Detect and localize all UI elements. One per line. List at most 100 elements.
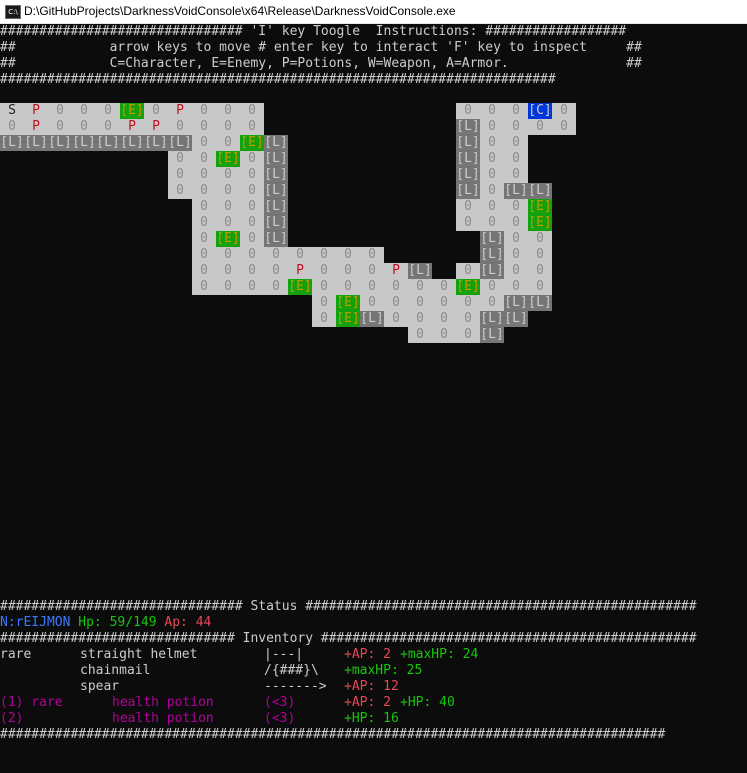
item-stat-hp: +maxHP: 25: [344, 663, 423, 678]
map-floor-tile: 0: [480, 215, 504, 231]
inventory-header: ############################## Inventory…: [0, 631, 697, 646]
map-potion-tile: P: [120, 119, 144, 135]
status-header: ############################### Status #…: [0, 599, 697, 614]
map-enemy-tile: [E]: [528, 215, 552, 231]
window-titlebar[interactable]: C:\ D:\GitHubProjects\DarknessVoidConsol…: [0, 0, 747, 24]
map-floor-tile: 0: [192, 119, 216, 135]
map-loot-tile: [L]: [24, 135, 48, 151]
map-floor-tile: 0: [504, 263, 528, 279]
map-loot-tile: [L]: [480, 231, 504, 247]
map-floor-tile: 0: [216, 119, 240, 135]
map-potion-tile: P: [384, 263, 408, 279]
item-name: health potion: [112, 695, 214, 710]
map-floor-tile: 0: [384, 295, 408, 311]
item-ascii-icon: (<3): [264, 695, 296, 710]
item-rarity-tag: rare: [0, 647, 32, 662]
map-floor-tile: 0: [552, 119, 576, 135]
map-floor-tile: 0: [480, 167, 504, 183]
item-rarity-tag: (1) rare: [0, 695, 63, 710]
map-floor-tile: 0: [144, 103, 168, 119]
map-enemy-tile: [E]: [216, 231, 240, 247]
map-floor-tile: 0: [240, 151, 264, 167]
map-loot-tile: [L]: [480, 311, 504, 327]
map-floor-tile: 0: [408, 295, 432, 311]
console-app-icon: C:\: [5, 5, 21, 19]
map-floor-tile: 0: [240, 183, 264, 199]
map-loot-tile: [L]: [264, 183, 288, 199]
map-floor-tile: 0: [192, 135, 216, 151]
map-floor-tile: 0: [432, 311, 456, 327]
map-floor-tile: 0: [192, 183, 216, 199]
instructions-line-1: ############################### 'I' key …: [0, 24, 627, 39]
map-floor-tile: 0: [192, 231, 216, 247]
item-ascii-icon: ------->: [264, 679, 327, 694]
map-potion-tile: P: [24, 119, 48, 135]
map-floor-tile: 0: [504, 119, 528, 135]
map-floor-tile: 0: [432, 295, 456, 311]
map-loot-tile: [L]: [264, 231, 288, 247]
map-floor-tile: 0: [504, 215, 528, 231]
map-floor-tile: 0: [480, 295, 504, 311]
map-floor-tile: 0: [168, 183, 192, 199]
map-floor-tile: 0: [480, 279, 504, 295]
map-floor-tile: 0: [216, 183, 240, 199]
map-loot-tile: [L]: [360, 311, 384, 327]
map-floor-tile: 0: [480, 135, 504, 151]
map-floor-tile: 0: [408, 311, 432, 327]
instructions-line-4: ########################################…: [0, 72, 556, 87]
map-floor-tile: 0: [0, 119, 24, 135]
item-ascii-icon: /{###}\: [264, 663, 319, 678]
map-floor-tile: 0: [312, 295, 336, 311]
map-floor-tile: 0: [192, 151, 216, 167]
map-loot-tile: [L]: [504, 183, 528, 199]
map-floor-tile: 0: [96, 103, 120, 119]
map-floor-tile: 0: [240, 199, 264, 215]
map-floor-tile: 0: [360, 295, 384, 311]
map-loot-tile: [L]: [48, 135, 72, 151]
map-loot-tile: [L]: [456, 167, 480, 183]
map-enemy-tile: [E]: [216, 151, 240, 167]
item-name: chainmail: [80, 663, 151, 678]
map-floor-tile: 0: [264, 263, 288, 279]
map-enemy-tile: [E]: [288, 279, 312, 295]
map-loot-tile: [L]: [456, 151, 480, 167]
player-hp: Hp: 59/149: [78, 615, 157, 630]
map-loot-tile: [L]: [72, 135, 96, 151]
map-floor-tile: 0: [552, 103, 576, 119]
map-enemy-tile: [E]: [336, 295, 360, 311]
map-floor-tile: 0: [192, 263, 216, 279]
item-name: health potion: [112, 711, 214, 726]
instructions-line-2: ## arrow keys to move # enter key to int…: [0, 40, 642, 55]
map-loot-tile: [L]: [144, 135, 168, 151]
map-floor-tile: 0: [456, 215, 480, 231]
map-loot-tile: [L]: [168, 135, 192, 151]
item-stat-ap: +AP: 2: [344, 695, 391, 710]
map-floor-tile: 0: [72, 119, 96, 135]
item-stat-hp: +HP: 16: [344, 711, 399, 726]
map-floor-tile: 0: [384, 311, 408, 327]
map-character-tile: [C]: [528, 103, 552, 119]
map-floor-tile: 0: [288, 247, 312, 263]
map-loot-tile: [L]: [528, 183, 552, 199]
map-floor-tile: 0: [312, 311, 336, 327]
map-floor-tile: 0: [456, 199, 480, 215]
map-floor-tile: 0: [216, 215, 240, 231]
map-floor-tile: 0: [504, 199, 528, 215]
map-floor-tile: 0: [528, 263, 552, 279]
map-loot-tile: [L]: [408, 263, 432, 279]
map-floor-tile: 0: [312, 247, 336, 263]
item-name: spear: [80, 679, 120, 694]
map-floor-tile: 0: [504, 247, 528, 263]
inventory-footer: ########################################…: [0, 727, 666, 742]
map-floor-tile: 0: [480, 183, 504, 199]
map-floor-tile: 0: [432, 327, 456, 343]
map-loot-tile: [L]: [264, 199, 288, 215]
map-floor-tile: 0: [264, 247, 288, 263]
item-stat-hp: +maxHP: 24: [400, 647, 479, 662]
map-floor-tile: 0: [504, 151, 528, 167]
map-loot-tile: [L]: [480, 327, 504, 343]
map-floor-tile: 0: [216, 199, 240, 215]
map-floor-tile: 0: [456, 103, 480, 119]
map-loot-tile: [L]: [0, 135, 24, 151]
map-loot-tile: [L]: [456, 135, 480, 151]
